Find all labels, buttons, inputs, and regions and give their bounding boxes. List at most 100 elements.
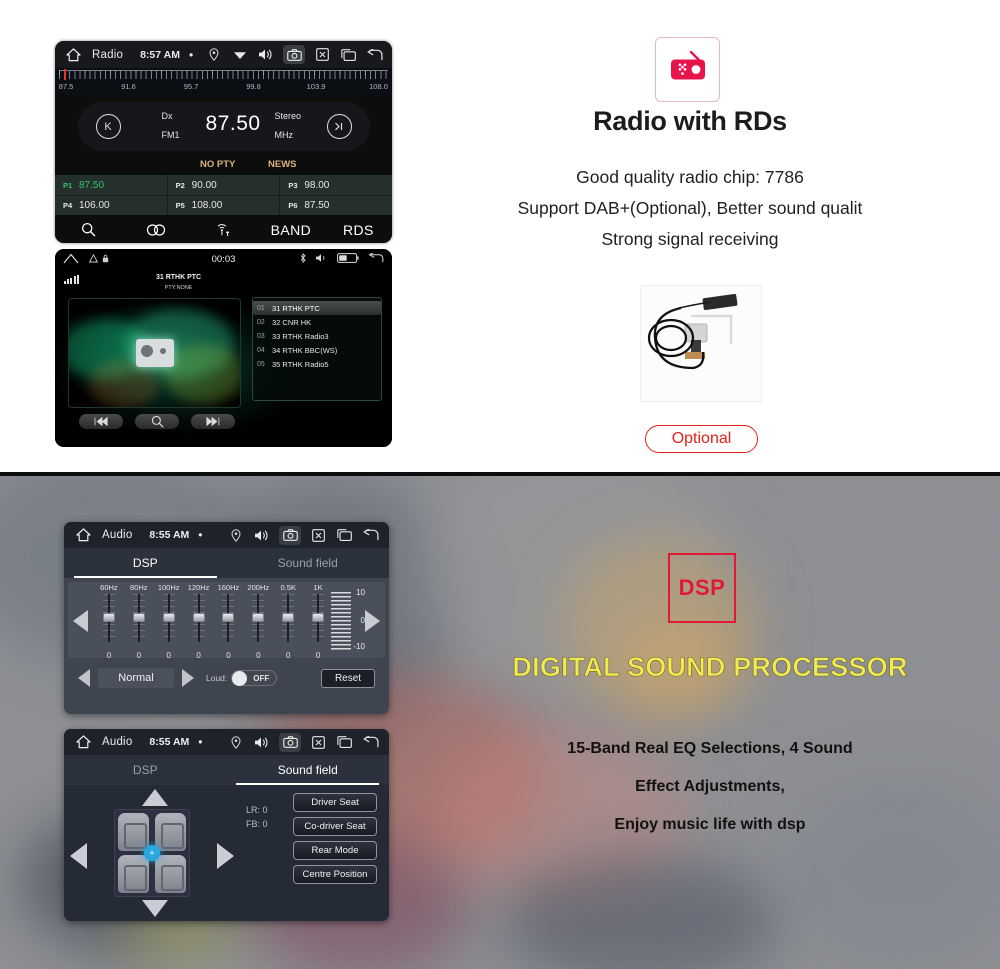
loudness-toggle[interactable]: OFF [231,670,278,686]
soundfield-down-arrow[interactable] [142,900,168,917]
dsp-statusbar-time: 8:55 AM [149,529,190,541]
back-icon-2[interactable] [368,251,384,265]
local-dx-icon[interactable] [190,223,257,237]
soundfield-left-arrow[interactable] [70,843,87,869]
band-label[interactable]: FM1 [162,130,180,140]
soundfield-right-arrow[interactable] [217,843,234,869]
recent-apps-icon-3[interactable] [336,734,353,751]
back-icon-3[interactable] [362,527,379,544]
statusbar-time: 8:57 AM [140,48,180,61]
eq-mode-next-button[interactable] [182,669,194,687]
eq-band[interactable]: 1K 0 [303,582,333,660]
eq-band[interactable]: 0.5K 0 [273,582,303,660]
screenshot-camera-icon[interactable] [283,45,305,64]
eq-page-prev-arrow[interactable] [73,610,88,632]
eq-band-knob[interactable] [102,613,115,622]
preset-cell[interactable]: P5 108.00 [166,196,280,215]
frequency-ruler[interactable]: 87.5 91.6 95.7 99.8 103.9 108.0 [55,68,392,97]
eq-band[interactable]: 200Hz 0 [243,582,273,660]
station-index: 01 [257,304,265,312]
list-item[interactable]: 01 31 RTHK PTC [253,301,381,315]
soundfield-preset-buttons: Driver Seat Co-driver Seat Rear Mode Centre… [293,793,377,884]
ruler-label: 108.0 [369,82,388,91]
tab-sound-field[interactable]: Sound field [227,755,390,785]
tab-dsp[interactable]: DSP [64,755,227,785]
next-station-button[interactable] [326,114,352,139]
eq-reset-button[interactable]: Reset [321,668,375,688]
stereo-toggle-icon[interactable] [122,223,189,236]
eq-page-next-arrow[interactable] [365,610,380,632]
volume-icon-3[interactable] [253,527,270,544]
eq-mode-value[interactable]: Normal [98,668,174,688]
stereo-label[interactable]: Stereo [275,111,302,121]
dsp-eq-screen: Audio 8:55 AM • DSP Sound field 60Hz 0 8… [64,522,389,714]
eq-band-knob[interactable] [162,613,175,622]
home-icon-3[interactable] [74,528,92,542]
eq-band-knob[interactable] [192,613,205,622]
preset-cell[interactable]: P1 87.50 [55,175,167,195]
rds-button[interactable]: RDS [325,222,392,238]
eq-band-knob[interactable] [312,613,325,622]
volume-icon[interactable] [257,46,274,63]
close-app-icon-3[interactable] [310,734,327,751]
prev-track-button[interactable] [79,414,123,429]
rds-station-name: 31 RTHK PTC PTY:NONE [156,273,201,292]
radio-statusbar: Radio 8:57 AM • [55,41,392,68]
soundfield-preset-button[interactable]: Co-driver Seat [293,817,377,836]
eq-band[interactable]: 80Hz 0 [124,582,154,660]
next-track-button[interactable] [191,414,235,429]
screenshot-camera-icon-2[interactable] [279,525,301,545]
home-icon[interactable] [64,47,82,62]
eq-band[interactable]: 60Hz 0 [94,582,124,660]
soundfield-focus-point[interactable]: + [144,845,160,861]
eq-band-knob[interactable] [222,613,235,622]
tab-sound-field[interactable]: Sound field [227,548,390,578]
dx-label[interactable]: Dx [162,111,173,121]
station-list[interactable]: 01 31 RTHK PTC 02 32 CNR HK 03 33 RTHK Radio3… [252,297,382,401]
dsp-statusbar-icon-group [227,525,379,545]
home-icon-4[interactable] [74,735,92,749]
eq-band[interactable]: 100Hz 0 [154,582,184,660]
eq-mode-prev-button[interactable] [78,669,90,687]
soundfield-pad[interactable]: + [70,789,234,917]
search-stations-button[interactable] [135,414,179,429]
recent-apps-icon[interactable] [340,46,357,63]
prev-station-button[interactable]: K [95,114,121,139]
preset-cell[interactable]: P3 98.00 [279,175,392,195]
preset-index: P1 [63,180,73,190]
visualizer-icon-group [300,251,384,265]
screenshot-camera-icon-3[interactable] [279,732,301,752]
eq-band[interactable]: 120Hz 0 [184,582,214,660]
eq-band-knob[interactable] [252,613,265,622]
tuner-pill: K Dx FM1 87.50 Stereo MHz [77,102,370,151]
home-icon-2[interactable] [63,253,79,266]
list-item[interactable]: 04 34 RTHK BBC(WS) [253,343,381,357]
volume-icon-4[interactable] [253,734,270,751]
eq-band[interactable]: 160Hz 0 [214,582,244,660]
band-button[interactable]: BAND [257,222,324,238]
list-item[interactable]: 05 35 RTHK Radio5 [253,357,381,371]
close-app-icon-2[interactable] [310,527,327,544]
soundfield-preset-button[interactable]: Rear Mode [293,841,377,860]
soundfield-preset-button[interactable]: Driver Seat [293,793,377,812]
preset-cell[interactable]: P2 90.00 [166,175,280,195]
recent-apps-icon-2[interactable] [336,527,353,544]
eq-gain-scale: 10 0 -10 [331,588,365,652]
preset-cell[interactable]: P4 106.00 [55,196,167,215]
close-app-icon[interactable] [314,46,331,63]
eq-band-knob[interactable] [282,613,295,622]
back-icon[interactable] [366,46,383,63]
preset-cell[interactable]: P6 87.50 [279,196,392,215]
list-item[interactable]: 03 33 RTHK Radio3 [253,329,381,343]
soundfield-up-arrow[interactable] [142,789,168,806]
eq-band-knob[interactable] [132,613,145,622]
soundfield-preset-button[interactable]: Centre Position [293,865,377,884]
volume-icon-2[interactable] [315,253,328,265]
back-icon-4[interactable] [362,734,379,751]
scan-search-icon[interactable] [55,222,122,237]
list-item[interactable]: 02 32 CNR HK [253,315,381,329]
station-name: 33 RTHK Radio3 [272,331,329,341]
dsp-headline: DIGITAL SOUND PROCESSOR [512,652,908,683]
eq-band-value: 0 [136,651,142,660]
tab-dsp[interactable]: DSP [64,548,227,578]
